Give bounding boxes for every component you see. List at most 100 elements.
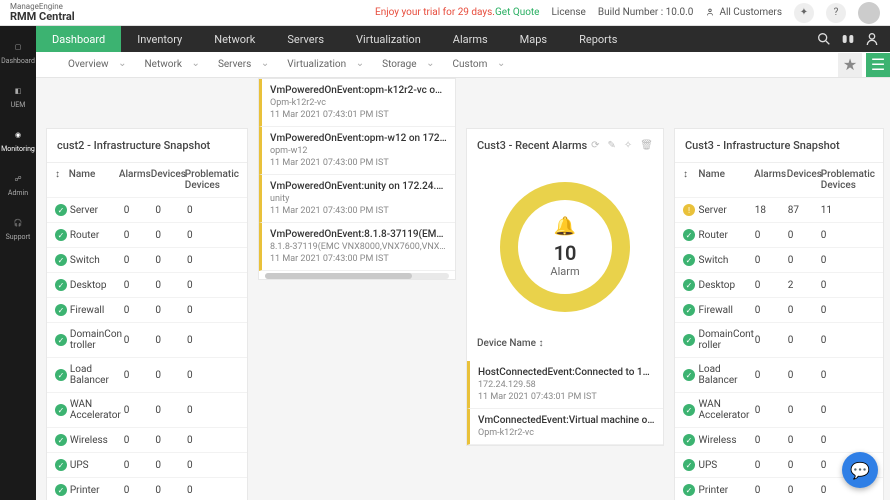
table-row[interactable]: ✓Router000 — [47, 222, 247, 247]
status-icon: ✓ — [683, 229, 695, 241]
event-row[interactable]: VmConnectedEvent:Virtual machine opm-sus… — [467, 409, 663, 445]
status-icon: ✓ — [683, 369, 695, 381]
subnav-storage[interactable]: Storage — [374, 59, 444, 70]
status-icon: ✓ — [55, 254, 67, 266]
mainnav-dashboard[interactable]: Dashboard — [36, 26, 121, 52]
table-row[interactable]: ✓Wireless000 — [675, 427, 883, 452]
status-icon: ✓ — [55, 204, 67, 216]
chat-button[interactable]: 💬 — [842, 452, 878, 488]
status-icon: ✓ — [55, 304, 67, 316]
col-alarms[interactable]: Alarms — [119, 169, 151, 191]
table-row[interactable]: ✓WAN Accelerator000 — [675, 392, 883, 427]
avatar[interactable] — [858, 2, 880, 24]
status-icon: ✓ — [683, 484, 695, 496]
sort-icon[interactable]: ↕ — [538, 338, 543, 349]
sort-icon[interactable]: ↕ — [55, 169, 69, 191]
trial-notice: Enjoy your trial for 29 days.Get Quote — [375, 7, 539, 18]
user-icon[interactable] — [864, 31, 880, 47]
close-icon[interactable]: 🗑 — [640, 140, 653, 151]
table-row[interactable]: ✓DomainController000 — [675, 322, 883, 357]
add-widget-button[interactable]: ☰ — [866, 53, 890, 77]
mainnav-reports[interactable]: Reports — [563, 26, 633, 52]
bell-icon: 🔔 — [554, 216, 576, 237]
status-icon: ✓ — [683, 434, 695, 446]
mainnav-alarms[interactable]: Alarms — [437, 26, 504, 52]
whatsnew-icon[interactable]: ✦ — [794, 3, 814, 23]
table-row[interactable]: ✓Switch000 — [47, 247, 247, 272]
table-row[interactable]: ✓Firewall000 — [47, 297, 247, 322]
mainnav-maps[interactable]: Maps — [504, 26, 563, 52]
edit-icon[interactable]: ✎ — [608, 140, 616, 151]
event-row[interactable]: VmPoweredOnEvent:unity on 172.24.129.58 … — [259, 175, 455, 223]
refresh-icon[interactable]: ⟳ — [591, 140, 599, 151]
leftnav-support[interactable]: 🎧Support — [0, 210, 36, 246]
sub-nav: OverviewNetworkServersVirtualizationStor… — [36, 52, 890, 78]
subnav-servers[interactable]: Servers — [210, 59, 279, 70]
main-nav: DashboardInventoryNetworkServersVirtuali… — [36, 26, 890, 52]
table-row[interactable]: ✓Load Balancer000 — [47, 357, 247, 392]
widget-title: Cust3 - Infrastructure Snapshot — [675, 129, 883, 162]
event-row[interactable]: HostConnectedEvent:Connected to 172.24.1… — [467, 361, 663, 409]
col-problematic[interactable]: Problematic Devices — [821, 169, 875, 191]
brand-bottom: RMM Central — [10, 11, 75, 22]
table-row[interactable]: ✓Wireless000 — [47, 427, 247, 452]
table-row[interactable]: ✓DomainController000 — [47, 322, 247, 357]
event-row[interactable]: VmPoweredOnEvent:opm-k12r2-vc on 172.24.… — [259, 79, 455, 127]
table-row[interactable]: !Server188711 — [675, 197, 883, 222]
col-name[interactable]: Name — [698, 169, 754, 191]
help-icon[interactable]: ? — [826, 3, 846, 23]
table-row[interactable]: ✓Desktop000 — [47, 272, 247, 297]
table-row[interactable]: ✓UPS000 — [47, 452, 247, 477]
device-name-col[interactable]: Device Name — [477, 338, 536, 349]
subnav-overview[interactable]: Overview — [60, 59, 137, 70]
table-row[interactable]: ✓Printer000 — [47, 477, 247, 500]
event-row[interactable]: VmPoweredOnEvent:8.1.8-37119(EMC VNX8000… — [259, 223, 455, 271]
status-icon: ✓ — [55, 434, 67, 446]
alarm-ring[interactable]: 🔔 10 Alarm — [500, 182, 630, 312]
favorite-button[interactable]: ★ — [838, 53, 862, 77]
subnav-custom[interactable]: Custom — [445, 59, 516, 70]
all-customers[interactable]: All Customers — [705, 7, 782, 18]
horizontal-scrollbar[interactable] — [265, 273, 449, 279]
cust3-alarms-widget: Cust3 - Recent Alarms ⟳ ✎ ✧ 🗑 🔔 10 Alarm… — [466, 128, 664, 446]
col-alarms[interactable]: Alarms — [754, 169, 787, 191]
widget-title: cust2 - Infrastructure Snapshot — [47, 129, 247, 162]
leftnav-dashboard[interactable]: ▢Dashboard — [0, 34, 36, 70]
mainnav-inventory[interactable]: Inventory — [121, 26, 198, 52]
sort-icon[interactable]: ↕ — [683, 169, 698, 191]
search-icon[interactable] — [816, 31, 832, 47]
subnav-network[interactable]: Network — [137, 59, 210, 70]
table-row[interactable]: ✓Firewall000 — [675, 297, 883, 322]
status-icon: ✓ — [55, 279, 67, 291]
license-link[interactable]: License — [552, 7, 586, 18]
brand-logo: ManageEngine RMM Central — [10, 3, 75, 22]
status-icon: ✓ — [683, 254, 695, 266]
table-row[interactable]: ✓Router000 — [675, 222, 883, 247]
col-name[interactable]: Name — [69, 169, 119, 191]
event-row[interactable]: VmPoweredOnEvent:opm-w12 on 172.24.129.5… — [259, 127, 455, 175]
table-row[interactable]: ✓Switch000 — [675, 247, 883, 272]
pin-icon[interactable]: ✧ — [624, 140, 632, 151]
subnav-virtualization[interactable]: Virtualization — [279, 59, 374, 70]
col-devices[interactable]: Devices — [787, 169, 821, 191]
col-problematic[interactable]: Problematic Devices — [185, 169, 239, 191]
leftnav-monitoring[interactable]: ◉Monitoring — [0, 122, 36, 158]
leftnav-uem[interactable]: ◧UEM — [0, 78, 36, 114]
table-row[interactable]: ✓WAN Accelerator000 — [47, 392, 247, 427]
mainnav-virtualization[interactable]: Virtualization — [340, 26, 437, 52]
widget-title: Cust3 - Recent Alarms — [477, 139, 587, 152]
status-icon: ✓ — [683, 334, 695, 346]
get-quote-link[interactable]: Get Quote — [495, 7, 540, 18]
table-row[interactable]: ✓Desktop020 — [675, 272, 883, 297]
users-icon — [705, 7, 715, 17]
cust2-snapshot-widget: cust2 - Infrastructure Snapshot ↕ Name A… — [46, 128, 248, 500]
status-icon: ✓ — [683, 459, 695, 471]
toggle-icon[interactable] — [840, 31, 856, 47]
mainnav-servers[interactable]: Servers — [271, 26, 340, 52]
table-row[interactable]: ✓Server000 — [47, 197, 247, 222]
mainnav-network[interactable]: Network — [198, 26, 271, 52]
table-row[interactable]: ✓Load Balancer000 — [675, 357, 883, 392]
left-sidebar: ▢Dashboard ◧UEM ◉Monitoring ☍Admin 🎧Support — [0, 26, 36, 500]
leftnav-admin[interactable]: ☍Admin — [0, 166, 36, 202]
col-devices[interactable]: Devices — [151, 169, 185, 191]
